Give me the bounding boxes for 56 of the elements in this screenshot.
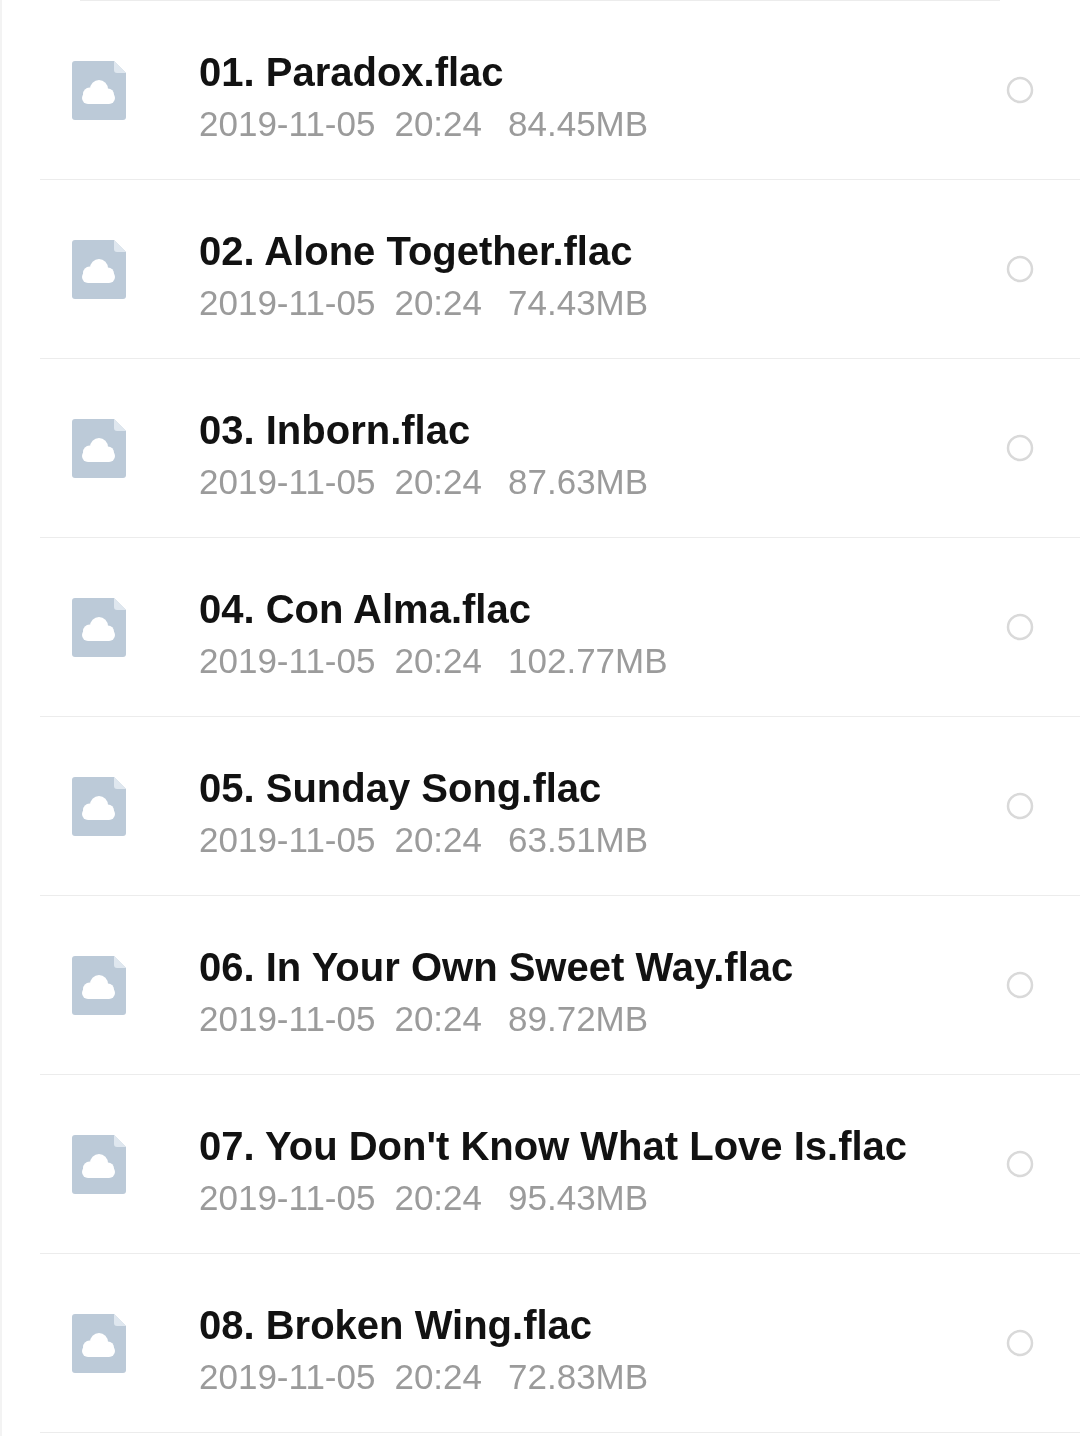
file-time: 20:24 <box>394 1355 483 1398</box>
cloud-file-icon <box>72 1313 126 1373</box>
file-list-item[interactable]: 08. Broken Wing.flac 2019-11-05 20:24 72.83MB <box>40 1254 1080 1433</box>
file-date: 2019-11-05 <box>199 997 376 1040</box>
file-size: 87.63MB <box>508 460 649 503</box>
file-time: 20:24 <box>394 997 483 1040</box>
file-name: 01. Paradox.flac <box>199 48 505 96</box>
file-name: 03. Inborn.flac <box>199 406 472 454</box>
file-size: 84.45MB <box>508 102 649 145</box>
file-list-item[interactable]: 05. Sunday Song.flac 2019-11-05 20:24 63.51MB <box>40 717 1080 896</box>
cloud-file-icon <box>72 1134 126 1194</box>
file-list-item[interactable]: 03. Inborn.flac 2019-11-05 20:24 87.63MB <box>40 359 1080 538</box>
file-size: 63.51MB <box>508 818 649 861</box>
cloud-file-icon <box>72 776 126 836</box>
radio-button[interactable] <box>1006 792 1034 820</box>
cloud-file-icon <box>72 418 126 478</box>
file-time: 20:24 <box>394 639 483 682</box>
file-date: 2019-11-05 <box>199 818 376 861</box>
file-list-item[interactable]: 06. In Your Own Sweet Way.flac 2019-11-05 20:24 89.72MB <box>40 896 1080 1075</box>
file-list-item[interactable]: 04. Con Alma.flac 2019-11-05 20:24 102.77MB <box>40 538 1080 717</box>
file-size: 102.77MB <box>508 639 668 682</box>
file-time: 20:24 <box>394 818 483 861</box>
file-date: 2019-11-05 <box>199 460 376 503</box>
cloud-file-icon <box>72 955 126 1015</box>
file-date: 2019-11-05 <box>199 281 376 324</box>
file-date: 2019-11-05 <box>199 102 376 145</box>
file-name: 07. You Don't Know What Love Is.flac <box>199 1122 909 1170</box>
file-list-item[interactable]: 07. You Don't Know What Love Is.flac 2019-11-05 20:24 95.43MB <box>40 1075 1080 1254</box>
file-time: 20:24 <box>394 102 483 145</box>
radio-button[interactable] <box>1006 434 1034 462</box>
file-name: 08. Broken Wing.flac <box>199 1301 594 1349</box>
file-size: 89.72MB <box>508 997 649 1040</box>
cloud-file-icon <box>72 239 126 299</box>
file-date: 2019-11-05 <box>199 1176 376 1219</box>
radio-button[interactable] <box>1006 1150 1034 1178</box>
cloud-file-icon <box>72 597 126 657</box>
file-name: 06. In Your Own Sweet Way.flac <box>199 943 795 991</box>
radio-button[interactable] <box>1006 971 1034 999</box>
file-name: 05. Sunday Song.flac <box>199 764 603 812</box>
file-list-item[interactable]: 02. Alone Together.flac 2019-11-05 20:24 74.43MB <box>40 180 1080 359</box>
file-time: 20:24 <box>394 1176 483 1219</box>
file-time: 20:24 <box>394 281 483 324</box>
radio-button[interactable] <box>1006 255 1034 283</box>
file-list-item[interactable]: 01. Paradox.flac 2019-11-05 20:24 84.45MB <box>40 1 1080 180</box>
file-name: 04. Con Alma.flac <box>199 585 532 633</box>
cloud-file-icon <box>72 60 126 120</box>
file-size: 74.43MB <box>508 281 649 324</box>
file-size: 95.43MB <box>508 1176 649 1219</box>
radio-button[interactable] <box>1006 613 1034 641</box>
radio-button[interactable] <box>1006 76 1034 104</box>
file-date: 2019-11-05 <box>199 639 376 682</box>
file-size: 72.83MB <box>508 1355 649 1398</box>
file-date: 2019-11-05 <box>199 1355 376 1398</box>
file-time: 20:24 <box>394 460 483 503</box>
radio-button[interactable] <box>1006 1329 1034 1357</box>
file-name: 02. Alone Together.flac <box>199 227 634 275</box>
